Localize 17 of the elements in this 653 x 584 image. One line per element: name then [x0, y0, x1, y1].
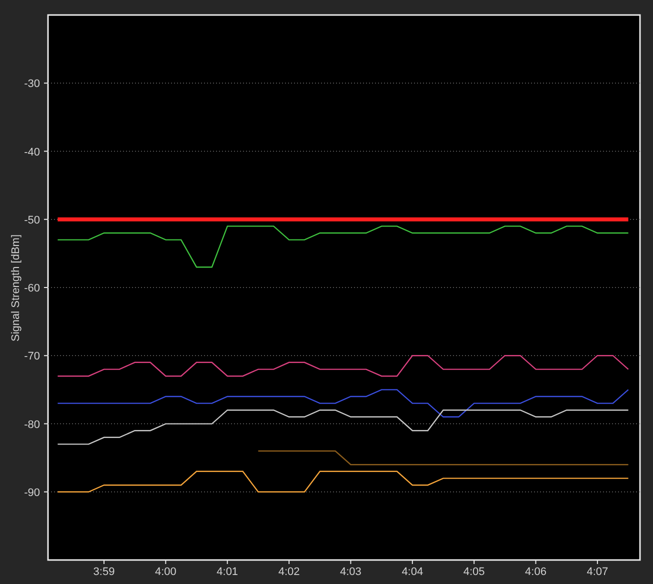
axis-tick-label: 4:01: [216, 566, 238, 578]
axis-tick-label: 3:59: [93, 566, 115, 578]
axis-tick-label: 4:03: [340, 566, 362, 578]
axis-tick-label: 4:06: [525, 566, 546, 578]
axis-title: Signal Strength [dBm]: [10, 234, 22, 342]
axis-tick-label: 4:02: [278, 566, 300, 578]
axis-tick-label: 4:07: [586, 566, 608, 578]
axis-tick-label: -50: [24, 214, 40, 226]
axis-tick-label: -90: [24, 486, 40, 499]
axis-tick-label: 4:05: [463, 566, 485, 578]
axis-tick-label: -30: [24, 78, 40, 90]
axis-tick-label: -80: [24, 418, 40, 431]
axis-tick-label: 4:04: [402, 566, 424, 578]
axis-tick-label: 4:00: [154, 566, 176, 578]
axis-tick-label: -60: [24, 282, 40, 294]
axis-tick-label: -40: [24, 146, 40, 158]
axis-tick-label: -70: [24, 350, 40, 363]
